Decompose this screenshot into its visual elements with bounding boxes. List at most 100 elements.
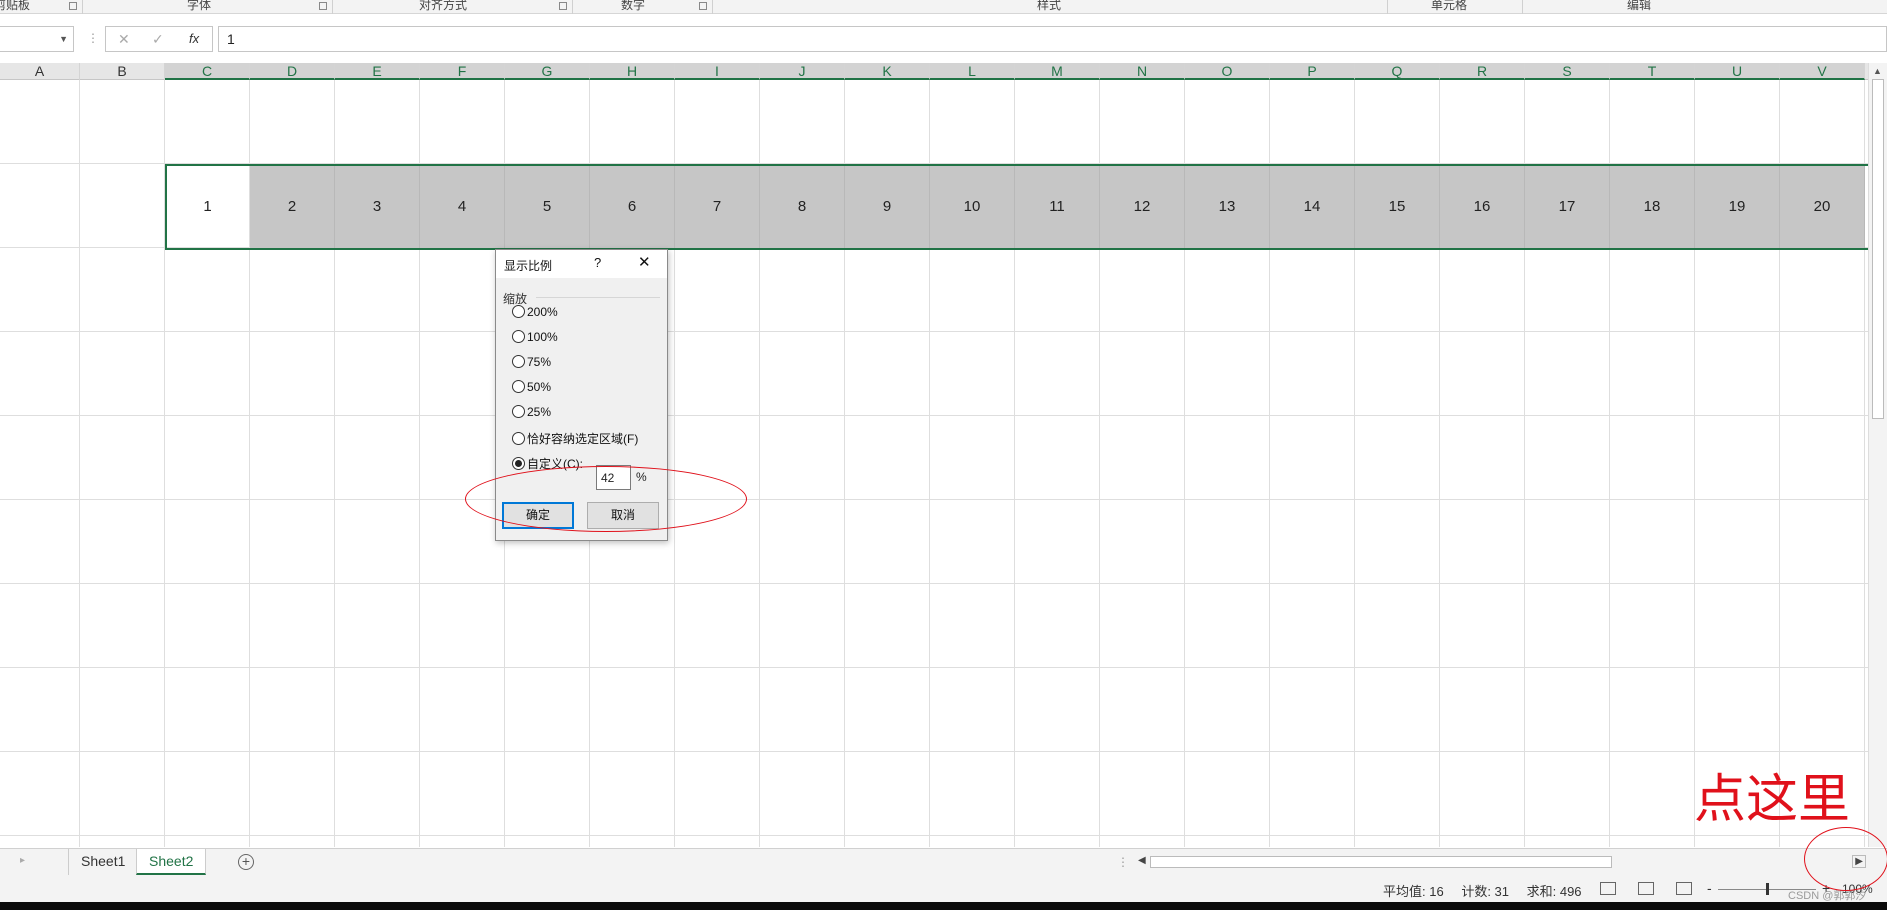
- grid-row-line: [0, 667, 1868, 668]
- zoom-option-5[interactable]: 恰好容纳选定区域(F): [512, 430, 638, 450]
- column-header-u[interactable]: U: [1695, 63, 1780, 80]
- zoom-out-button[interactable]: -: [1707, 880, 1712, 896]
- ribbon-group-label: 编辑: [1627, 0, 1652, 12]
- taskbar: [0, 902, 1887, 910]
- dialog-launcher-icon[interactable]: [559, 2, 567, 10]
- column-header-r[interactable]: R: [1440, 63, 1525, 80]
- column-header-v[interactable]: V: [1780, 63, 1865, 80]
- column-header-j[interactable]: J: [760, 63, 845, 80]
- ribbon-group-number: 数字: [573, 0, 713, 14]
- zoom-option-label: 75%: [527, 355, 552, 369]
- more-dots-icon: ⋮: [1117, 855, 1129, 869]
- vertical-scroll-thumb[interactable]: [1872, 79, 1884, 419]
- grid-row-line: [0, 331, 1868, 332]
- ribbon-group-font: 字体: [83, 0, 333, 14]
- status-sum: 求和: 496: [1526, 884, 1582, 899]
- tab-sheet2[interactable]: Sheet2: [136, 849, 207, 875]
- grid-row-line: [0, 583, 1868, 584]
- excel-window: 剪贴板 字体 对齐方式 数字 样式 单元格 编辑 ▼ ⋮ ✕ ✓ fx 1 AB…: [0, 0, 1887, 910]
- column-header-q[interactable]: Q: [1355, 63, 1440, 80]
- ribbon-group-label: 单元格: [1431, 0, 1468, 12]
- column-header-f[interactable]: F: [420, 63, 505, 80]
- status-stats: 平均值: 16 计数: 31 求和: 496: [1383, 881, 1596, 900]
- page-break-view-icon[interactable]: [1676, 882, 1692, 895]
- status-average: 平均值: 16: [1383, 884, 1444, 899]
- radio-button-icon[interactable]: [512, 330, 525, 343]
- column-header-n[interactable]: N: [1100, 63, 1185, 80]
- tab-sheet1[interactable]: Sheet1: [68, 849, 137, 875]
- zoom-option-0[interactable]: 200%: [512, 305, 558, 325]
- sheet-tab-bar: ▸ Sheet1 Sheet2 + ⋮ ◀ ▶: [0, 848, 1887, 878]
- formula-bar: ▼ ⋮ ✕ ✓ fx 1: [0, 24, 1887, 54]
- zoom-option-label: 恰好容纳选定区域(F): [527, 432, 639, 446]
- column-header-s[interactable]: S: [1525, 63, 1610, 80]
- column-header-c[interactable]: C: [165, 63, 250, 80]
- cancel-icon[interactable]: ✕: [118, 31, 130, 48]
- chevron-down-icon[interactable]: ▼: [59, 34, 68, 44]
- dialog-launcher-icon[interactable]: [699, 2, 707, 10]
- dialog-launcher-icon[interactable]: [69, 2, 77, 10]
- ribbon-group-labels: 剪贴板 字体 对齐方式 数字 样式 单元格 编辑: [0, 0, 1887, 14]
- column-header-m[interactable]: M: [1015, 63, 1100, 80]
- horizontal-scrollbar[interactable]: ◀ ▶: [1135, 854, 1869, 870]
- column-header-g[interactable]: G: [505, 63, 590, 80]
- normal-view-icon[interactable]: [1600, 882, 1616, 895]
- annotation-text: 点这里: [1694, 770, 1851, 830]
- zoom-option-label: 200%: [527, 305, 558, 319]
- annotation-circle: [1804, 827, 1887, 891]
- column-header-h[interactable]: H: [590, 63, 675, 80]
- vertical-scrollbar[interactable]: ▲: [1868, 63, 1887, 847]
- grid-row-line: [0, 835, 1868, 836]
- column-header-e[interactable]: E: [335, 63, 420, 80]
- column-header-o[interactable]: O: [1185, 63, 1270, 80]
- zoom-option-1[interactable]: 100%: [512, 330, 558, 350]
- grid-rows: 1 2 3 4 5 6 7 8 9 10 11 12 13 14 15 16 17 18 19 20: [0, 80, 1868, 847]
- add-sheet-icon[interactable]: +: [238, 854, 254, 870]
- zoom-slider-thumb[interactable]: [1766, 883, 1769, 895]
- ribbon-group-cells: 单元格: [1388, 0, 1523, 14]
- zoom-option-label: 25%: [527, 405, 552, 419]
- dialog-launcher-icon[interactable]: [319, 2, 327, 10]
- group-divider: [536, 297, 660, 298]
- radio-button-icon[interactable]: [512, 457, 525, 470]
- close-icon[interactable]: ✕: [638, 253, 651, 271]
- worksheet-grid[interactable]: ABCDEFGHIJKLMNOPQRSTUV 1 2 3 4 5 6 7 8 9 10 11 12 13…: [0, 63, 1868, 847]
- column-header-i[interactable]: I: [675, 63, 760, 80]
- status-bar: 平均值: 16 计数: 31 求和: 496 - + 100%: [0, 878, 1887, 902]
- name-box[interactable]: ▼: [0, 26, 74, 52]
- ribbon-group-clipboard: 剪贴板: [0, 0, 83, 14]
- column-header-t[interactable]: T: [1610, 63, 1695, 80]
- horizontal-scroll-thumb[interactable]: [1150, 856, 1612, 868]
- radio-button-icon[interactable]: [512, 405, 525, 418]
- zoom-option-3[interactable]: 50%: [512, 380, 551, 400]
- radio-button-icon[interactable]: [512, 432, 525, 445]
- ribbon-group-label: 剪贴板: [0, 0, 31, 12]
- scroll-up-icon[interactable]: ▲: [1873, 66, 1882, 76]
- dialog-title: 显示比例: [504, 259, 553, 273]
- column-header-l[interactable]: L: [930, 63, 1015, 80]
- formula-input[interactable]: 1: [218, 26, 1887, 52]
- ribbon-group-alignment: 对齐方式: [333, 0, 573, 14]
- zoom-option-4[interactable]: 25%: [512, 405, 551, 425]
- ribbon-group-label: 数字: [621, 0, 646, 12]
- annotation-ellipse: [465, 466, 747, 532]
- insert-function-icon[interactable]: fx: [189, 31, 199, 46]
- help-icon[interactable]: ?: [594, 255, 601, 270]
- enter-icon[interactable]: ✓: [152, 31, 164, 48]
- radio-button-icon[interactable]: [512, 380, 525, 393]
- column-header-a[interactable]: A: [0, 63, 80, 80]
- column-header-row: ABCDEFGHIJKLMNOPQRSTUV: [0, 63, 1868, 80]
- zoom-option-label: 50%: [527, 380, 552, 394]
- dialog-title-bar: 显示比例 ? ✕: [496, 250, 667, 278]
- column-header-k[interactable]: K: [845, 63, 930, 80]
- column-header-p[interactable]: P: [1270, 63, 1355, 80]
- scroll-left-icon[interactable]: ◀: [1138, 855, 1146, 866]
- radio-button-icon[interactable]: [512, 305, 525, 318]
- scroll-tabs-right-icon[interactable]: ▸: [20, 855, 25, 866]
- column-header-d[interactable]: D: [250, 63, 335, 80]
- zoom-option-2[interactable]: 75%: [512, 355, 551, 375]
- page-layout-view-icon[interactable]: [1638, 882, 1654, 895]
- column-header-b[interactable]: B: [80, 63, 165, 80]
- radio-button-icon[interactable]: [512, 355, 525, 368]
- grid-column-line: [79, 80, 80, 847]
